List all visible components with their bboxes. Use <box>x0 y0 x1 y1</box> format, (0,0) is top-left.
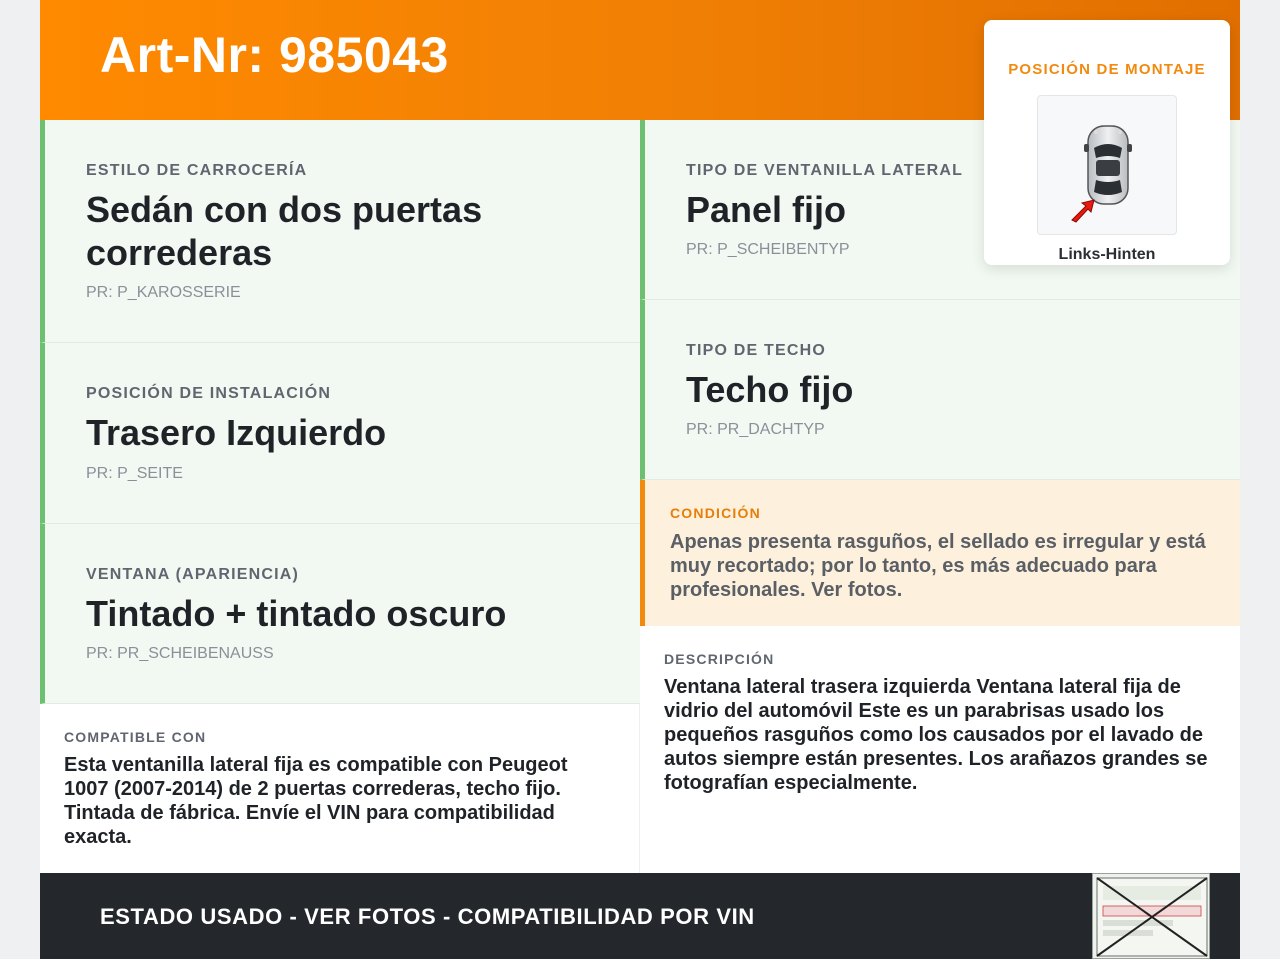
description-text: Ventana lateral trasera izquierda Ventan… <box>664 676 1208 794</box>
spec-label: VENTANA (APARIENCIA) <box>86 566 300 583</box>
condition-text: Apenas presenta rasguños, el sellado es … <box>670 531 1206 601</box>
condition-box: CONDICIÓN Apenas presenta rasguños, el s… <box>640 480 1240 626</box>
footer-text: ESTADO USADO - VER FOTOS - COMPATIBILIDA… <box>100 904 755 929</box>
spec-body-style: ESTILO DE CARROCERÍA Sedán con dos puert… <box>40 120 640 343</box>
compatible-section: COMPATIBLE CON Esta ventanilla lateral f… <box>40 704 640 873</box>
spec-roof-type: TIPO DE TECHO Techo fijo PR: PR_DACHTYP <box>640 300 1240 480</box>
compatible-text: Esta ventanilla lateral fija es compatib… <box>64 754 568 848</box>
car-top-view-icon <box>1037 95 1177 235</box>
vin-sticker-thumbnail <box>1092 873 1210 959</box>
spec-pr-code: PR: PR_DACHTYP <box>686 421 825 438</box>
condition-label: CONDICIÓN <box>670 505 761 521</box>
spec-value: Sedán con dos puertas correderas <box>86 189 483 273</box>
spec-value: Trasero Izquierdo <box>86 412 387 453</box>
spec-value: Tintado + tintado oscuro <box>86 593 507 634</box>
mounting-position-label: Links-Hinten <box>1058 246 1156 263</box>
spec-install-position: POSICIÓN DE INSTALACIÓN Trasero Izquierd… <box>40 343 640 524</box>
spec-label: TIPO DE VENTANILLA LATERAL <box>686 162 964 179</box>
footer-bar: ESTADO USADO - VER FOTOS - COMPATIBILIDA… <box>40 873 1240 959</box>
spec-pr-code: PR: P_KAROSSERIE <box>86 284 241 301</box>
spec-label: ESTILO DE CARROCERÍA <box>86 162 308 179</box>
compatible-label: COMPATIBLE CON <box>64 729 207 745</box>
description-section: DESCRIPCIÓN Ventana lateral trasera izqu… <box>640 626 1240 873</box>
mounting-title: POSICIÓN DE MONTAJE <box>1008 61 1206 78</box>
article-number-title: Art-Nr: 985043 <box>100 27 449 83</box>
spec-value: Techo fijo <box>686 369 854 410</box>
spec-pr-code: PR: P_SEITE <box>86 465 183 482</box>
product-card: Art-Nr: 985043 ESTILO DE CARROCERÍA Sedá… <box>40 0 1240 959</box>
description-label: DESCRIPCIÓN <box>664 651 775 667</box>
mounting-position-card: POSICIÓN DE MONTAJE Links-Hinten <box>984 20 1230 265</box>
spec-pr-code: PR: P_SCHEIBENTYP <box>686 241 850 258</box>
spec-pr-code: PR: PR_SCHEIBENAUSS <box>86 645 274 662</box>
spec-label: POSICIÓN DE INSTALACIÓN <box>86 385 332 402</box>
spec-window-appearance: VENTANA (APARIENCIA) Tintado + tintado o… <box>40 524 640 704</box>
spec-label: TIPO DE TECHO <box>686 342 827 359</box>
